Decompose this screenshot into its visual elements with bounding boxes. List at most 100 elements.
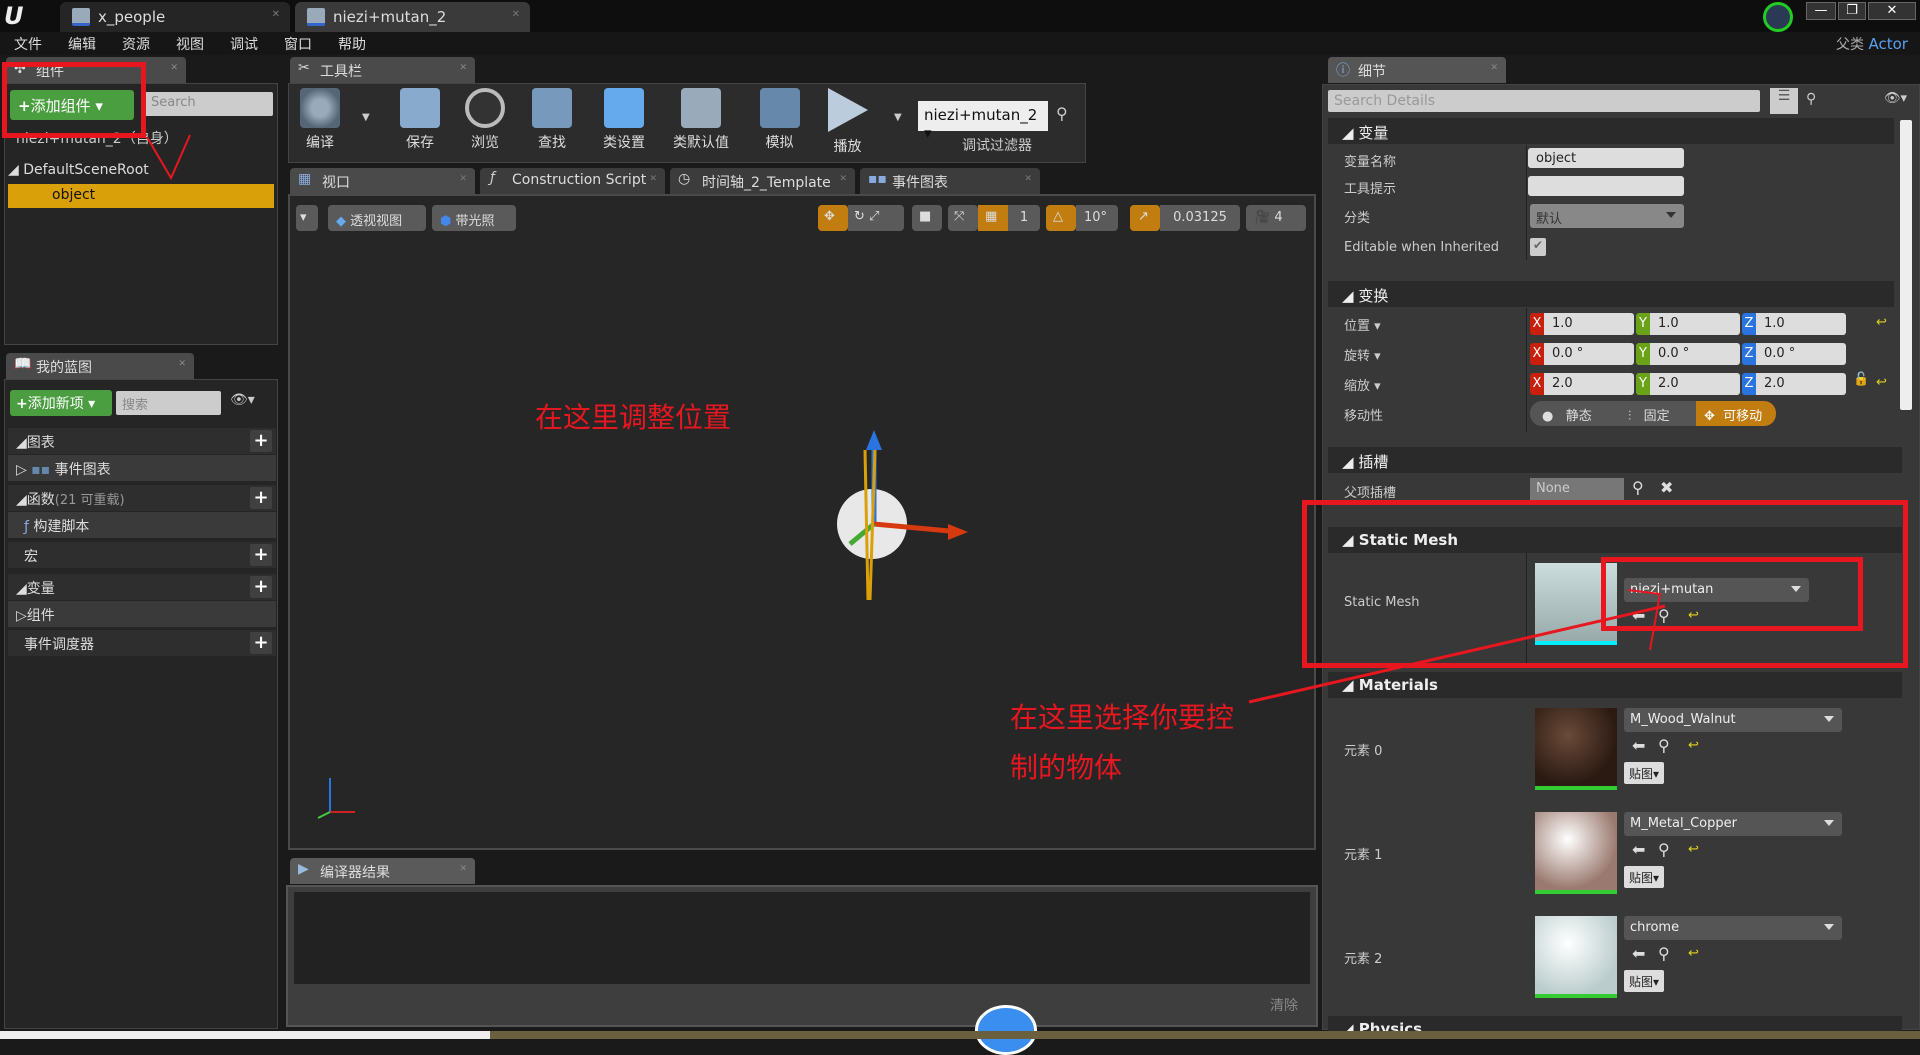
material-select[interactable]: M_Wood_Walnut xyxy=(1624,708,1842,732)
tab-timeline[interactable]: ◷ 时间轴_2_Template ✕ xyxy=(670,168,855,194)
translate-mode-button[interactable]: ✥ xyxy=(818,205,848,231)
details-scrollbar[interactable] xyxy=(1900,120,1912,410)
menu-asset[interactable]: 资源 xyxy=(122,34,150,54)
material-select[interactable]: chrome xyxy=(1624,916,1842,940)
menu-window[interactable]: 窗口 xyxy=(284,34,312,54)
material-thumbnail[interactable] xyxy=(1535,812,1617,894)
browse-button[interactable]: 浏览 xyxy=(460,88,510,160)
surface-snap-button[interactable]: ⤧ xyxy=(948,205,978,231)
tab-construction-script[interactable]: ƒ Construction Script ✕ xyxy=(480,168,665,194)
rotation-snap-value[interactable]: 10° xyxy=(1076,205,1118,231)
mobility-stationary[interactable]: ⫶ 固定 xyxy=(1620,401,1696,426)
browse-search-icon[interactable]: ⚲ xyxy=(1658,944,1670,963)
doc-tab-x-people[interactable]: x_people ✕ xyxy=(60,2,290,32)
rotation-z-input[interactable]: 0.0 ° xyxy=(1756,343,1846,365)
add-variable-button[interactable]: + xyxy=(250,576,272,598)
menu-view[interactable]: 视图 xyxy=(176,34,204,54)
variable-name-input[interactable]: object xyxy=(1528,148,1684,168)
item-construction-script[interactable]: ƒ 构建脚本 xyxy=(8,512,276,538)
socket-search-icon[interactable]: ⚲ xyxy=(1632,478,1644,497)
texture-button[interactable]: 贴图▾ xyxy=(1624,970,1665,992)
play-options-dropdown[interactable]: ▼ xyxy=(894,112,902,123)
add-graph-button[interactable]: + xyxy=(250,430,272,452)
parent-socket-input[interactable]: None xyxy=(1530,478,1624,500)
texture-button[interactable]: 贴图▾ xyxy=(1624,866,1665,888)
close-icon[interactable]: ✕ xyxy=(512,9,520,20)
floating-ball-icon[interactable] xyxy=(975,1005,1037,1055)
add-macro-button[interactable]: + xyxy=(250,544,272,566)
lit-button[interactable]: ⬢ 带光照 xyxy=(432,205,516,231)
visibility-eye-icon[interactable]: 👁▾ xyxy=(230,392,255,408)
reset-scale-icon[interactable]: ↩ xyxy=(1876,375,1887,390)
use-selected-arrow-icon[interactable]: ⬅ xyxy=(1632,736,1645,755)
perspective-button[interactable]: ◆ 透视视图 xyxy=(328,205,426,231)
learn-icon[interactable] xyxy=(1763,2,1793,32)
location-x-input[interactable]: 1.0 xyxy=(1544,313,1634,335)
minimize-button[interactable]: — xyxy=(1806,2,1836,20)
scale-z-input[interactable]: 2.0 xyxy=(1756,373,1846,395)
scale-snap-toggle[interactable]: ↗ xyxy=(1130,205,1160,231)
reset-location-icon[interactable]: ↩ xyxy=(1876,315,1887,330)
item-components[interactable]: ▷组件 xyxy=(8,601,276,627)
material-thumbnail[interactable] xyxy=(1535,916,1617,998)
section-variables[interactable]: ◢变量 + xyxy=(8,574,276,600)
tooltip-input[interactable] xyxy=(1528,176,1684,196)
browse-search-icon[interactable]: ⚲ xyxy=(1658,736,1670,755)
tree-item-defaultsceneroot[interactable]: ◢ DefaultSceneRoot xyxy=(8,162,149,178)
location-z-input[interactable]: 1.0 xyxy=(1756,313,1846,335)
viewport[interactable] xyxy=(288,194,1316,850)
category-select[interactable]: 默认 xyxy=(1530,204,1684,228)
add-function-button[interactable]: + xyxy=(250,487,272,509)
location-y-input[interactable]: 1.0 xyxy=(1650,313,1740,335)
viewport-options-button[interactable]: ▾ xyxy=(296,205,318,231)
scale-y-input[interactable]: 2.0 xyxy=(1650,373,1740,395)
section-event-dispatchers[interactable]: 事件调度器 + xyxy=(8,630,276,656)
rotation-label[interactable]: 旋转 ▾ xyxy=(1344,345,1381,364)
class-settings-button[interactable]: 类设置 xyxy=(594,88,654,160)
tree-item-object[interactable]: object xyxy=(8,184,274,208)
rotation-snap-toggle[interactable]: △ xyxy=(1046,205,1076,231)
parent-class-link[interactable]: Actor xyxy=(1868,35,1907,53)
details-search-input[interactable]: Search Details xyxy=(1328,90,1760,112)
scale-snap-value[interactable]: 0.03125 xyxy=(1160,205,1240,231)
debug-search-icon[interactable]: ⚲ xyxy=(1056,104,1068,123)
mobility-movable[interactable]: ✥ 可移动 xyxy=(1696,401,1776,426)
my-blueprint-tab[interactable]: 📖 我的蓝图 ✕ xyxy=(6,353,194,379)
view-options-eye-icon[interactable]: 👁▾ xyxy=(1884,91,1907,106)
clear-socket-icon[interactable]: ✖ xyxy=(1660,478,1673,497)
scale-x-input[interactable]: 2.0 xyxy=(1544,373,1634,395)
tab-event-graph[interactable]: ▪▪ 事件图表 ✕ xyxy=(860,168,1040,194)
compile-options-dropdown[interactable]: ▼ xyxy=(362,112,370,123)
compile-button[interactable]: 编译 xyxy=(295,88,345,160)
scale-label[interactable]: 缩放 ▾ xyxy=(1344,375,1381,394)
blueprint-search-input[interactable]: 搜索 xyxy=(116,391,221,415)
grid-snap-value[interactable]: 1 xyxy=(1008,205,1040,231)
use-selected-arrow-icon[interactable]: ⬅ xyxy=(1632,840,1645,859)
rotation-x-input[interactable]: 0.0 ° xyxy=(1544,343,1634,365)
play-button[interactable]: 播放 xyxy=(820,88,875,160)
use-selected-arrow-icon[interactable]: ⬅ xyxy=(1632,944,1645,963)
lock-scale-icon[interactable]: 🔓 xyxy=(1853,372,1869,387)
section-transform[interactable]: ◢ 变换 xyxy=(1328,281,1894,307)
material-select[interactable]: M_Metal_Copper xyxy=(1624,812,1842,836)
section-variable[interactable]: ◢ 变量 xyxy=(1328,118,1894,144)
section-sockets[interactable]: ◢ 插槽 xyxy=(1328,447,1902,473)
item-event-graph[interactable]: ▷ ▪▪ 事件图表 xyxy=(8,455,276,481)
find-button[interactable]: 查找 xyxy=(527,88,577,160)
camera-speed-button[interactable]: 🎥 4 xyxy=(1246,205,1306,231)
debug-object-select[interactable]: niezi+mutan_2 ▾ xyxy=(918,101,1048,142)
compiler-results-tab[interactable]: ▶ 编译器结果 ✕ xyxy=(290,858,475,884)
editable-when-inherited-checkbox[interactable]: ✔ xyxy=(1530,238,1546,256)
save-button[interactable]: 保存 xyxy=(398,88,442,160)
components-search-input[interactable]: Search xyxy=(145,92,273,116)
clear-button[interactable]: 清除 xyxy=(1270,995,1298,1015)
maximize-button[interactable]: ❐ xyxy=(1838,2,1866,20)
rotation-y-input[interactable]: 0.0 ° xyxy=(1650,343,1740,365)
simulate-button[interactable]: 模拟 xyxy=(752,88,807,160)
menu-edit[interactable]: 编辑 xyxy=(68,34,96,54)
browse-search-icon[interactable]: ⚲ xyxy=(1658,840,1670,859)
material-thumbnail[interactable] xyxy=(1535,708,1617,790)
menu-file[interactable]: 文件 xyxy=(14,34,42,54)
menu-help[interactable]: 帮助 xyxy=(338,34,366,54)
toolbar-tab[interactable]: ✂ 工具栏 ✕ xyxy=(290,57,475,83)
